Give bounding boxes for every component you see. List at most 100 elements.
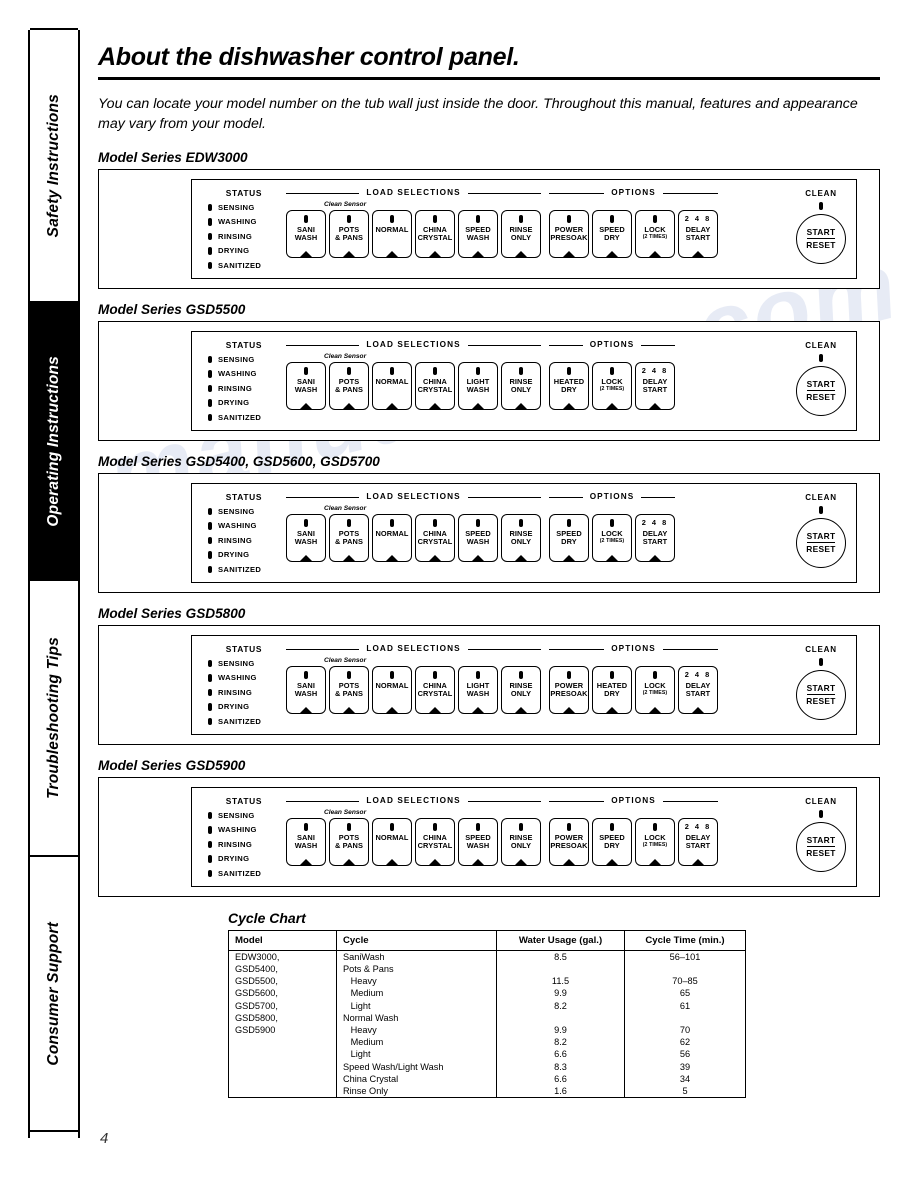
clean-led-indicator-icon: [819, 505, 823, 514]
sidebar-item-troubleshooting-tips[interactable]: Troubleshooting Tips: [30, 579, 78, 857]
button-row: SANI WASH POTS & PANS NORMAL CHINA CRYSTAL S…: [286, 513, 541, 562]
sidebar-item-operating-instructions[interactable]: Operating Instructions: [30, 301, 78, 581]
model-series-heading: Model Series GSD5800: [98, 605, 246, 621]
button-heated-dry[interactable]: HEATED DRY: [549, 361, 589, 410]
button-china-crystal[interactable]: CHINA CRYSTAL: [415, 513, 455, 562]
button-label: RINSE ONLY: [509, 528, 533, 547]
button-rinse-only[interactable]: RINSE ONLY: [501, 817, 541, 866]
time-lines: 56–101 70–85 65 61 70 62 56 39 34 5: [631, 951, 739, 1097]
button-light-wash[interactable]: LIGHT WASH: [458, 665, 498, 714]
button-normal[interactable]: NORMAL: [372, 209, 412, 258]
button-china-crystal[interactable]: CHINA CRYSTAL: [415, 817, 455, 866]
button-pots-pans[interactable]: POTS & PANS: [329, 209, 369, 258]
button-delay-start[interactable]: 2 4 8 DELAY START: [635, 513, 675, 562]
start-reset-button[interactable]: START RESET: [796, 669, 846, 720]
button-sani-wash[interactable]: SANI WASH: [286, 513, 326, 562]
button-rinse-only[interactable]: RINSE ONLY: [501, 361, 541, 410]
button-rinse-only[interactable]: RINSE ONLY: [501, 513, 541, 562]
group-title: OPTIONS: [611, 187, 656, 197]
status-led-indicator-icon: [208, 717, 212, 726]
status-led-indicator-icon: [208, 399, 212, 407]
start-reset-button[interactable]: START RESET: [796, 517, 846, 568]
button-speed-wash[interactable]: SPEED WASH: [458, 513, 498, 562]
button-delay-start[interactable]: 2 4 8 DELAY START: [678, 665, 718, 714]
button-sani-wash[interactable]: SANI WASH: [286, 361, 326, 410]
button-rinse-only[interactable]: RINSE ONLY: [501, 209, 541, 258]
button-power-presoak[interactable]: POWER PRESOAK: [549, 209, 589, 258]
button-power-presoak[interactable]: POWER PRESOAK: [549, 665, 589, 714]
control-panel-frame: STATUS SENSING WASHING RINSING DRYING SANITIZ…: [98, 472, 880, 593]
button-speed-wash[interactable]: SPEED WASH: [458, 209, 498, 258]
button-pots-pans[interactable]: POTS & PANS: [329, 513, 369, 562]
column-header-cycle-time: Cycle Time (min.): [624, 930, 746, 951]
group-header: OPTIONS: [549, 644, 718, 655]
status-led-indicator-icon: [208, 203, 212, 212]
group-title: LOAD SELECTIONS: [366, 339, 461, 349]
button-led-indicator-icon: [304, 215, 308, 223]
button-led-indicator-icon: [567, 215, 571, 223]
button-heated-dry[interactable]: HEATED DRY: [592, 665, 632, 714]
reset-label: RESET: [806, 239, 836, 250]
button-label: CHINA CRYSTAL: [417, 528, 453, 547]
start-reset-button[interactable]: START RESET: [796, 213, 846, 264]
button-label: SPEED DRY: [599, 832, 625, 851]
options-group: OPTIONS SPEED DRY LOCK (2 TIMES) 2 4 8 DELAY …: [549, 492, 675, 562]
button-speed-wash[interactable]: SPEED WASH: [458, 817, 498, 866]
status-item-label: RINSING: [218, 687, 253, 697]
button-normal[interactable]: NORMAL: [372, 513, 412, 562]
button-notch-icon: [385, 250, 399, 257]
button-power-presoak[interactable]: POWER PRESOAK: [549, 817, 589, 866]
button-pots-pans[interactable]: POTS & PANS: [329, 817, 369, 866]
status-item-label: WASHING: [218, 369, 257, 379]
button-label: SANI WASH: [294, 528, 318, 547]
button-speed-dry[interactable]: SPEED DRY: [592, 209, 632, 258]
button-led-indicator-icon: [519, 823, 523, 831]
button-normal[interactable]: NORMAL: [372, 665, 412, 714]
start-reset-button[interactable]: START RESET: [796, 821, 846, 872]
button-lock[interactable]: LOCK (2 TIMES): [592, 361, 632, 410]
button-rinse-only[interactable]: RINSE ONLY: [501, 665, 541, 714]
status-item-washing: WASHING: [202, 825, 286, 834]
button-speed-dry[interactable]: SPEED DRY: [592, 817, 632, 866]
cell-time: 56–101 70–85 65 61 70 62 56 39 34 5: [625, 950, 746, 1097]
button-light-wash[interactable]: LIGHT WASH: [458, 361, 498, 410]
button-pots-pans[interactable]: POTS & PANS: [329, 361, 369, 410]
button-led-indicator-icon: [433, 519, 437, 527]
delay-digits-label: 2 4 8: [684, 821, 712, 831]
button-lock[interactable]: LOCK (2 TIMES): [592, 513, 632, 562]
button-led-indicator-icon: [390, 671, 394, 679]
status-item-sanitized: SANITIZED: [202, 565, 286, 574]
button-china-crystal[interactable]: CHINA CRYSTAL: [415, 665, 455, 714]
table-cell-line: Pots & Pans: [343, 964, 394, 975]
delay-digits-label: 2 4 8: [684, 669, 712, 679]
button-speed-dry[interactable]: SPEED DRY: [549, 513, 589, 562]
button-delay-start[interactable]: 2 4 8 DELAY START: [678, 209, 718, 258]
button-china-crystal[interactable]: CHINA CRYSTAL: [415, 209, 455, 258]
sidebar-item-safety-instructions[interactable]: Safety Instructions: [30, 28, 78, 303]
button-pots-pans[interactable]: POTS & PANS: [329, 665, 369, 714]
sidebar-item-consumer-support[interactable]: Consumer Support: [30, 855, 78, 1132]
group-header: LOAD SELECTIONS: [286, 492, 542, 503]
button-delay-start[interactable]: 2 4 8 DELAY START: [678, 817, 718, 866]
button-lock[interactable]: LOCK (2 TIMES): [635, 665, 675, 714]
button-lock[interactable]: LOCK (2 TIMES): [635, 817, 675, 866]
table-cell-line: 8.3: [554, 1061, 567, 1072]
load-selections-group: LOAD SELECTIONS Clean Sensor SANI WASH POTS…: [286, 796, 542, 866]
control-panel-frame: STATUS SENSING WASHING RINSING DRYING SANITIZ…: [98, 168, 880, 289]
button-normal[interactable]: NORMAL: [372, 817, 412, 866]
button-led-indicator-icon: [304, 519, 308, 527]
status-led-indicator-icon: [208, 247, 212, 255]
button-led-indicator-icon: [653, 671, 657, 679]
button-china-crystal[interactable]: CHINA CRYSTAL: [415, 361, 455, 410]
button-led-indicator-icon: [476, 367, 480, 375]
button-sani-wash[interactable]: SANI WASH: [286, 665, 326, 714]
button-normal[interactable]: NORMAL: [372, 361, 412, 410]
button-lock[interactable]: LOCK (2 TIMES): [635, 209, 675, 258]
button-sani-wash[interactable]: SANI WASH: [286, 209, 326, 258]
start-reset-button[interactable]: START RESET: [796, 365, 846, 416]
button-sani-wash[interactable]: SANI WASH: [286, 817, 326, 866]
header-rule-left: [549, 344, 583, 346]
main-content: About the dishwasher control panel. You …: [98, 43, 880, 1099]
button-delay-start[interactable]: 2 4 8 DELAY START: [635, 361, 675, 410]
table-cell-line: 70: [679, 1025, 691, 1035]
